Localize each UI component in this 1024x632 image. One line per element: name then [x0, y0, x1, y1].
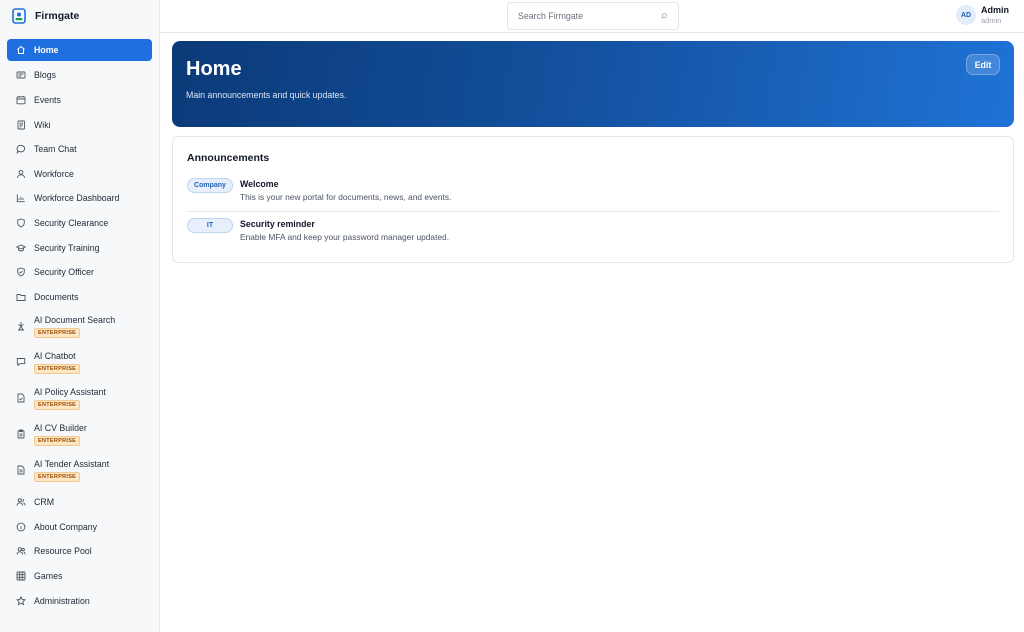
clipboard-icon [16, 429, 26, 439]
sidebar-item-blogs[interactable]: Blogs [7, 64, 152, 86]
page-header-banner: Home Main announcements and quick update… [172, 41, 1014, 127]
search-input[interactable] [518, 11, 660, 21]
users-icon [16, 497, 26, 507]
sidebar-item-label: Security Clearance [34, 218, 109, 228]
sidebar-item-label: Events [34, 95, 61, 105]
sidebar-item-label: Home [34, 45, 59, 55]
sidebar-item-label: AI Policy Assistant [34, 386, 106, 397]
sidebar-item-resource-pool[interactable]: Resource Pool [7, 540, 152, 562]
announcement-item[interactable]: Company Welcome This is your new portal … [187, 178, 999, 212]
sidebar-item-administration[interactable]: Administration [7, 590, 152, 612]
sidebar-item-security-clearance[interactable]: Security Clearance [7, 212, 152, 234]
graduation-cap-icon [16, 243, 26, 253]
calendar-icon [16, 95, 26, 105]
sidebar-item-wiki[interactable]: Wiki [7, 114, 152, 136]
brand[interactable]: Firmgate [12, 7, 79, 25]
enterprise-badge: ENTERPRISE [34, 363, 81, 374]
firmgate-logo-icon [12, 8, 26, 24]
sidebar-item-label: AI Document Search [34, 314, 116, 325]
sidebar-item-ai-tender-assistant[interactable]: AI Tender Assistant ENTERPRISE [7, 455, 152, 485]
announcement-body: Enable MFA and keep your password manage… [240, 232, 450, 242]
user-menu[interactable]: AD Admin admin [956, 5, 1009, 25]
search-icon[interactable] [660, 12, 668, 20]
sidebar-item-label: Resource Pool [34, 546, 92, 556]
sidebar-item-about-company[interactable]: About Company [7, 516, 152, 538]
sidebar-item-crm[interactable]: CRM [7, 491, 152, 513]
sidebar-item-label: Team Chat [34, 144, 77, 154]
sidebar-item-label: Wiki [34, 120, 51, 130]
sidebar-item-events[interactable]: Events [7, 89, 152, 111]
enterprise-badge: ENTERPRISE [34, 327, 81, 338]
home-icon [16, 45, 26, 55]
chart-icon [16, 193, 26, 203]
sidebar-item-games[interactable]: Games [7, 565, 152, 587]
sidebar-item-workforce[interactable]: Workforce [7, 163, 152, 185]
sidebar-item-label: Blogs [34, 70, 57, 80]
sidebar-item-label: About Company [34, 522, 98, 532]
grid-icon [16, 571, 26, 581]
policy-doc-icon [16, 393, 26, 403]
folder-icon [16, 292, 26, 302]
sidebar-item-home[interactable]: Home [7, 39, 152, 61]
sidebar-item-security-officer[interactable]: Security Officer [7, 261, 152, 283]
sidebar-item-ai-cv-builder[interactable]: AI CV Builder ENTERPRISE [7, 419, 152, 449]
sidebar-item-documents[interactable]: Documents [7, 286, 152, 308]
chat-bubble-icon [16, 144, 26, 154]
sidebar-item-label: Security Training [34, 243, 100, 253]
page-title: Home [186, 58, 242, 80]
sidebar-item-label: Workforce [34, 169, 74, 179]
announcement-title: Security reminder [240, 219, 315, 229]
announcements-card: Announcements Company Welcome This is yo… [172, 136, 1014, 263]
announcement-tag: IT [187, 218, 233, 233]
sidebar-item-label: Games [34, 571, 63, 581]
announcement-tag: Company [187, 178, 233, 193]
announcement-title: Welcome [240, 179, 279, 189]
people-icon [16, 546, 26, 556]
avatar[interactable]: AD [956, 5, 976, 25]
enterprise-badge: ENTERPRISE [34, 435, 81, 446]
blog-icon [16, 70, 26, 80]
document-search-icon [16, 321, 26, 331]
sidebar-item-security-training[interactable]: Security Training [7, 237, 152, 259]
enterprise-badge: ENTERPRISE [34, 471, 81, 482]
info-icon [16, 522, 26, 532]
sidebar-item-label: Administration [34, 596, 90, 606]
tender-doc-icon [16, 465, 26, 475]
user-icon [16, 169, 26, 179]
sidebar-item-label: AI Chatbot [34, 350, 76, 361]
sidebar-item-label: Documents [34, 292, 79, 302]
announcements-title: Announcements [187, 152, 270, 164]
sidebar-item-workforce-dashboard[interactable]: Workforce Dashboard [7, 187, 152, 209]
sidebar-item-ai-document-search[interactable]: AI Document Search ENTERPRISE [7, 311, 152, 341]
sidebar-item-team-chat[interactable]: Team Chat [7, 138, 152, 160]
announcement-item[interactable]: IT Security reminder Enable MFA and keep… [187, 218, 999, 246]
sidebar: Firmgate Home Blogs Events Wiki Team Cha… [0, 0, 160, 632]
sidebar-item-label: AI CV Builder [34, 422, 87, 433]
user-name: Admin [981, 5, 1009, 15]
book-icon [16, 120, 26, 130]
top-bar: AD Admin admin [160, 0, 1024, 33]
sidebar-item-label: CRM [34, 497, 55, 507]
user-role: admin [981, 16, 1002, 25]
edit-button[interactable]: Edit [966, 54, 1000, 75]
sidebar-item-ai-policy-assistant[interactable]: AI Policy Assistant ENTERPRISE [7, 383, 152, 413]
search-box[interactable] [507, 2, 679, 30]
sidebar-item-label: Security Officer [34, 267, 94, 277]
shield-check-icon [16, 267, 26, 277]
sidebar-item-ai-chatbot[interactable]: AI Chatbot ENTERPRISE [7, 347, 152, 377]
sidebar-item-label: AI Tender Assistant [34, 458, 110, 469]
brand-name: Firmgate [35, 10, 80, 22]
shield-icon [16, 218, 26, 228]
sidebar-item-label: Workforce Dashboard [34, 193, 120, 203]
star-icon [16, 596, 26, 606]
enterprise-badge: ENTERPRISE [34, 399, 81, 410]
page-subtitle: Main announcements and quick updates. [186, 90, 347, 100]
chatbot-icon [16, 357, 26, 367]
announcement-body: This is your new portal for documents, n… [240, 192, 452, 202]
